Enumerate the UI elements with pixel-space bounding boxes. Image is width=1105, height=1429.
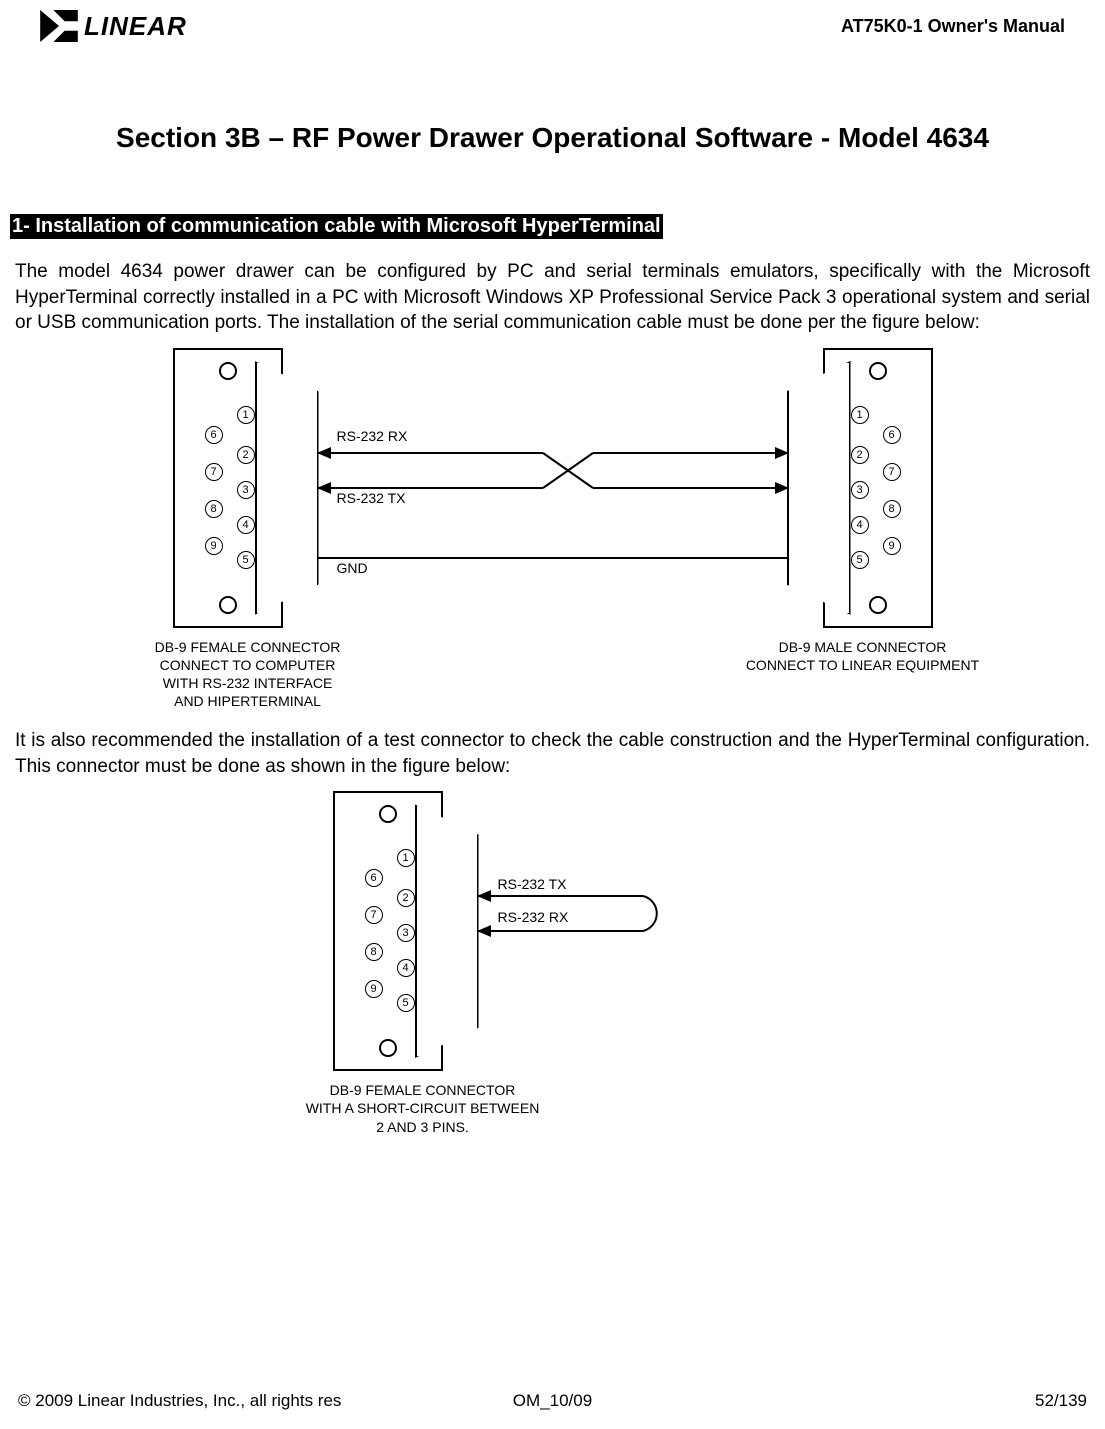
diagram-test-connector: 1 2 3 4 5 6 7 8 9 RS-232 TX RS-232 RX DB… — [10, 791, 1095, 1131]
pin: 8 — [365, 943, 383, 961]
wiring-icon — [283, 348, 823, 628]
pin: 2 — [397, 889, 415, 907]
pin: 3 — [851, 481, 869, 499]
db9-female-connector-left: 1 2 3 4 5 6 7 8 9 — [173, 348, 283, 628]
pin: 2 — [851, 446, 869, 464]
pin: 5 — [397, 994, 415, 1012]
logo: LINEAR — [40, 10, 187, 42]
manual-title: AT75K0-1 Owner's Manual — [841, 16, 1065, 37]
caption-left-connector: DB-9 FEMALE CONNECTOR CONNECT TO COMPUTE… — [123, 638, 373, 711]
label-tx-2: RS-232 TX — [498, 876, 567, 892]
pin: 4 — [851, 516, 869, 534]
logo-icon — [40, 10, 78, 42]
pin: 3 — [397, 924, 415, 942]
footer-page-number: 52/139 — [1035, 1391, 1087, 1411]
pin: 7 — [365, 906, 383, 924]
label-tx: RS-232 TX — [337, 490, 406, 506]
pin: 5 — [237, 551, 255, 569]
pin: 5 — [851, 551, 869, 569]
pin: 9 — [205, 537, 223, 555]
page-footer: © 2009 Linear Industries, Inc., all righ… — [10, 1391, 1095, 1411]
db9-male-connector-right: 1 2 3 4 5 6 7 8 9 — [823, 348, 933, 628]
db9-female-test-connector: 1 2 3 4 5 6 7 8 9 — [333, 791, 443, 1071]
pin: 6 — [205, 426, 223, 444]
pin: 4 — [397, 959, 415, 977]
sub-heading-1: 1- Installation of communication cable w… — [10, 214, 663, 239]
paragraph-1: The model 4634 power drawer can be confi… — [15, 259, 1090, 336]
pin: 3 — [237, 481, 255, 499]
page-header: LINEAR AT75K0-1 Owner's Manual — [10, 0, 1095, 62]
pin: 7 — [205, 463, 223, 481]
pin: 8 — [205, 500, 223, 518]
pin: 4 — [237, 516, 255, 534]
loopback-icon — [443, 791, 743, 1071]
pin: 6 — [883, 426, 901, 444]
pin: 9 — [883, 537, 901, 555]
label-rx-2: RS-232 RX — [498, 909, 569, 925]
footer-copyright: © 2009 Linear Industries, Inc., all righ… — [18, 1391, 341, 1411]
pin: 1 — [851, 406, 869, 424]
label-rx: RS-232 RX — [337, 428, 408, 444]
pin: 1 — [237, 406, 255, 424]
pin: 1 — [397, 849, 415, 867]
caption-test-connector: DB-9 FEMALE CONNECTOR WITH A SHORT-CIRCU… — [273, 1081, 573, 1136]
paragraph-2: It is also recommended the installation … — [15, 728, 1090, 779]
diagram-cable: 1 2 3 4 5 6 7 8 9 1 2 3 4 5 6 7 8 9 — [10, 348, 1095, 718]
pin: 9 — [365, 980, 383, 998]
pin: 7 — [883, 463, 901, 481]
pin: 2 — [237, 446, 255, 464]
footer-doc-id: OM_10/09 — [513, 1391, 592, 1411]
label-gnd: GND — [337, 560, 368, 576]
section-title: Section 3B – RF Power Drawer Operational… — [30, 122, 1075, 154]
pin: 8 — [883, 500, 901, 518]
pin: 6 — [365, 869, 383, 887]
logo-text: LINEAR — [84, 11, 187, 42]
caption-right-connector: DB-9 MALE CONNECTOR CONNECT TO LINEAR EQ… — [713, 638, 1013, 674]
